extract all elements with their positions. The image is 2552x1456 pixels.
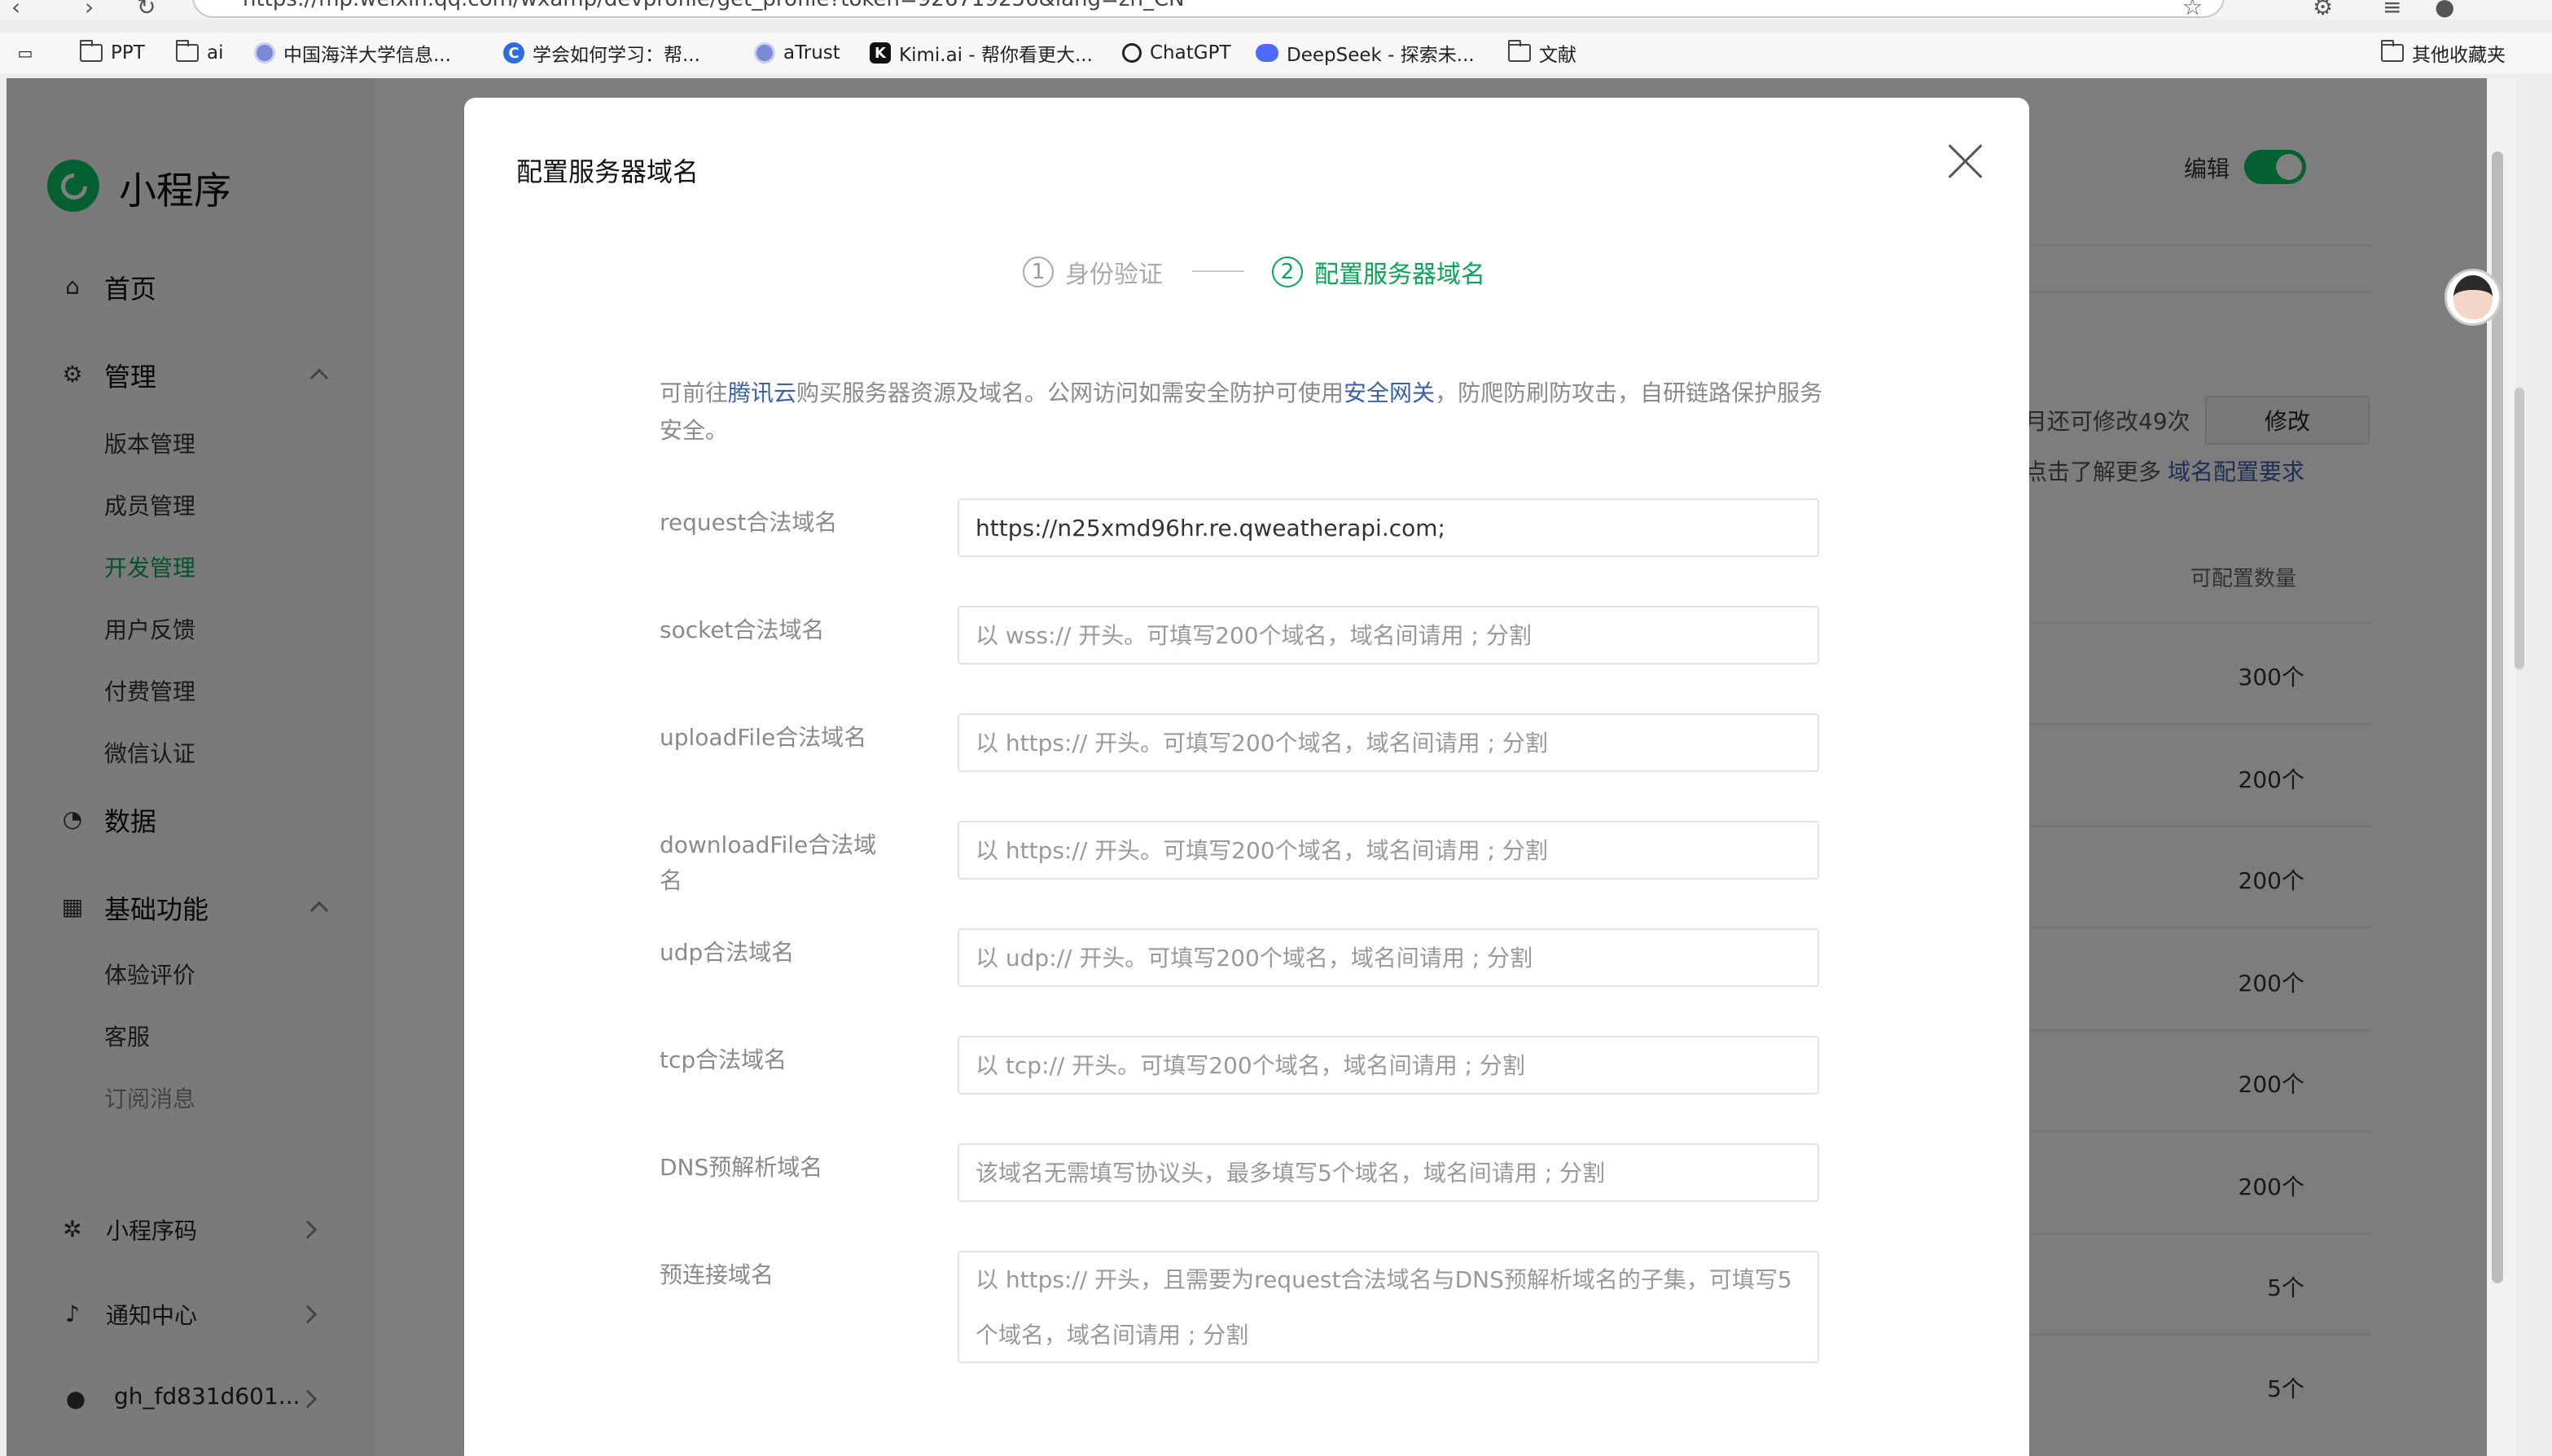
forward-icon[interactable]: › [85, 0, 94, 20]
globe-icon [254, 42, 275, 64]
downloadfile-domain-label: downloadFile合法域名 [660, 831, 877, 894]
bookmark-ai[interactable]: ai [176, 33, 223, 73]
udp-domain-input[interactable] [958, 928, 1819, 987]
folder-icon [2381, 40, 2404, 62]
step-connector [1192, 270, 1244, 272]
purchase-note: 可前往腾讯云购买服务器资源及域名。公网访问如需安全防护可使用安全网关，防爬防刷防… [660, 379, 1823, 444]
socket-domain-input[interactable] [958, 606, 1819, 664]
step-number: 2 [1272, 257, 1303, 287]
socket-domain-label: socket合法域名 [660, 616, 825, 643]
bookmark-deepseek[interactable]: DeepSeek - 探索未... [1256, 33, 1475, 73]
folder-icon [1508, 40, 1531, 62]
folder-icon [80, 40, 103, 62]
bookmark-literature[interactable]: 文献 [1508, 33, 1576, 73]
deepseek-icon [1256, 44, 1278, 62]
chatgpt-icon [1122, 43, 1142, 63]
preconnect-domain-label: 预连接域名 [660, 1261, 774, 1288]
modal-title: 配置服务器域名 [516, 156, 699, 187]
uploadfile-domain-input[interactable] [958, 713, 1819, 772]
bookmark-ouc[interactable]: 中国海洋大学信息... [254, 33, 451, 73]
step-label: 配置服务器域名 [1314, 261, 1485, 289]
bookmark-star-icon[interactable]: ☆ [2182, 0, 2203, 20]
scrollbar-thumb[interactable] [2515, 388, 2524, 669]
folder-icon [176, 40, 199, 62]
security-gateway-link[interactable]: 安全网关 [1344, 379, 1435, 406]
step-number: 1 [1023, 257, 1054, 287]
reading-list-icon[interactable]: ▭ [15, 33, 36, 73]
configure-domain-modal: 配置服务器域名 1 身份验证 2 配置服务器域名 可前往腾讯云购买服务器资源及域… [464, 98, 2029, 1456]
step-configure: 2 配置服务器域名 [1272, 254, 1485, 290]
bookmarks-bar: ▭ PPT ai 中国海洋大学信息... C 学会如何学习：帮... aTrust… [0, 33, 2552, 73]
tencent-cloud-link[interactable]: 腾讯云 [728, 379, 796, 406]
tcp-domain-input[interactable] [958, 1036, 1819, 1094]
reload-icon[interactable]: ↻ [137, 0, 156, 20]
bookmark-learning[interactable]: C 学会如何学习：帮... [503, 33, 700, 73]
extensions-icon[interactable]: ⚙ [2313, 0, 2333, 20]
c-logo-icon: C [503, 42, 524, 64]
request-domain-input[interactable] [958, 498, 1819, 557]
step-identity: 1 身份验证 [1023, 254, 1163, 290]
downloadfile-domain-input[interactable] [958, 821, 1819, 879]
udp-domain-label: udp合法域名 [660, 939, 795, 966]
profile-icon[interactable]: ● [2435, 0, 2454, 20]
close-icon[interactable] [1943, 138, 1989, 184]
assistant-avatar[interactable] [2445, 269, 2502, 326]
address-bar-url: https://mp.weixin.qq.com/wxamp/devprofil… [243, 0, 1185, 11]
scrollbar-thumb[interactable] [2492, 151, 2503, 1283]
bookmark-ppt[interactable]: PPT [80, 33, 145, 73]
bookmark-chatgpt[interactable]: ChatGPT [1122, 33, 1231, 73]
dns-prefetch-label: DNS预解析域名 [660, 1154, 823, 1181]
tab-actions-icon[interactable]: ≡ [2383, 0, 2401, 20]
bookmark-other[interactable]: 其他收藏夹 [2381, 33, 2506, 73]
step-label: 身份验证 [1065, 261, 1163, 289]
tcp-domain-label: tcp合法域名 [660, 1046, 787, 1073]
preconnect-domain-input[interactable] [958, 1251, 1819, 1363]
bookmark-atrust[interactable]: aTrust [754, 33, 840, 73]
dns-prefetch-input[interactable] [958, 1143, 1819, 1202]
bookmark-kimi[interactable]: K Kimi.ai - 帮你看更大... [870, 33, 1093, 73]
kimi-icon: K [870, 42, 891, 64]
request-domain-label: request合法域名 [660, 509, 838, 536]
avatar-face-icon [2453, 275, 2493, 319]
back-icon[interactable]: ‹ [11, 0, 20, 20]
globe-icon [754, 42, 775, 64]
uploadfile-domain-label: uploadFile合法域名 [660, 724, 867, 751]
browser-toolbar: ‹ › ↻ https://mp.weixin.qq.com/wxamp/dev… [0, 0, 2552, 20]
